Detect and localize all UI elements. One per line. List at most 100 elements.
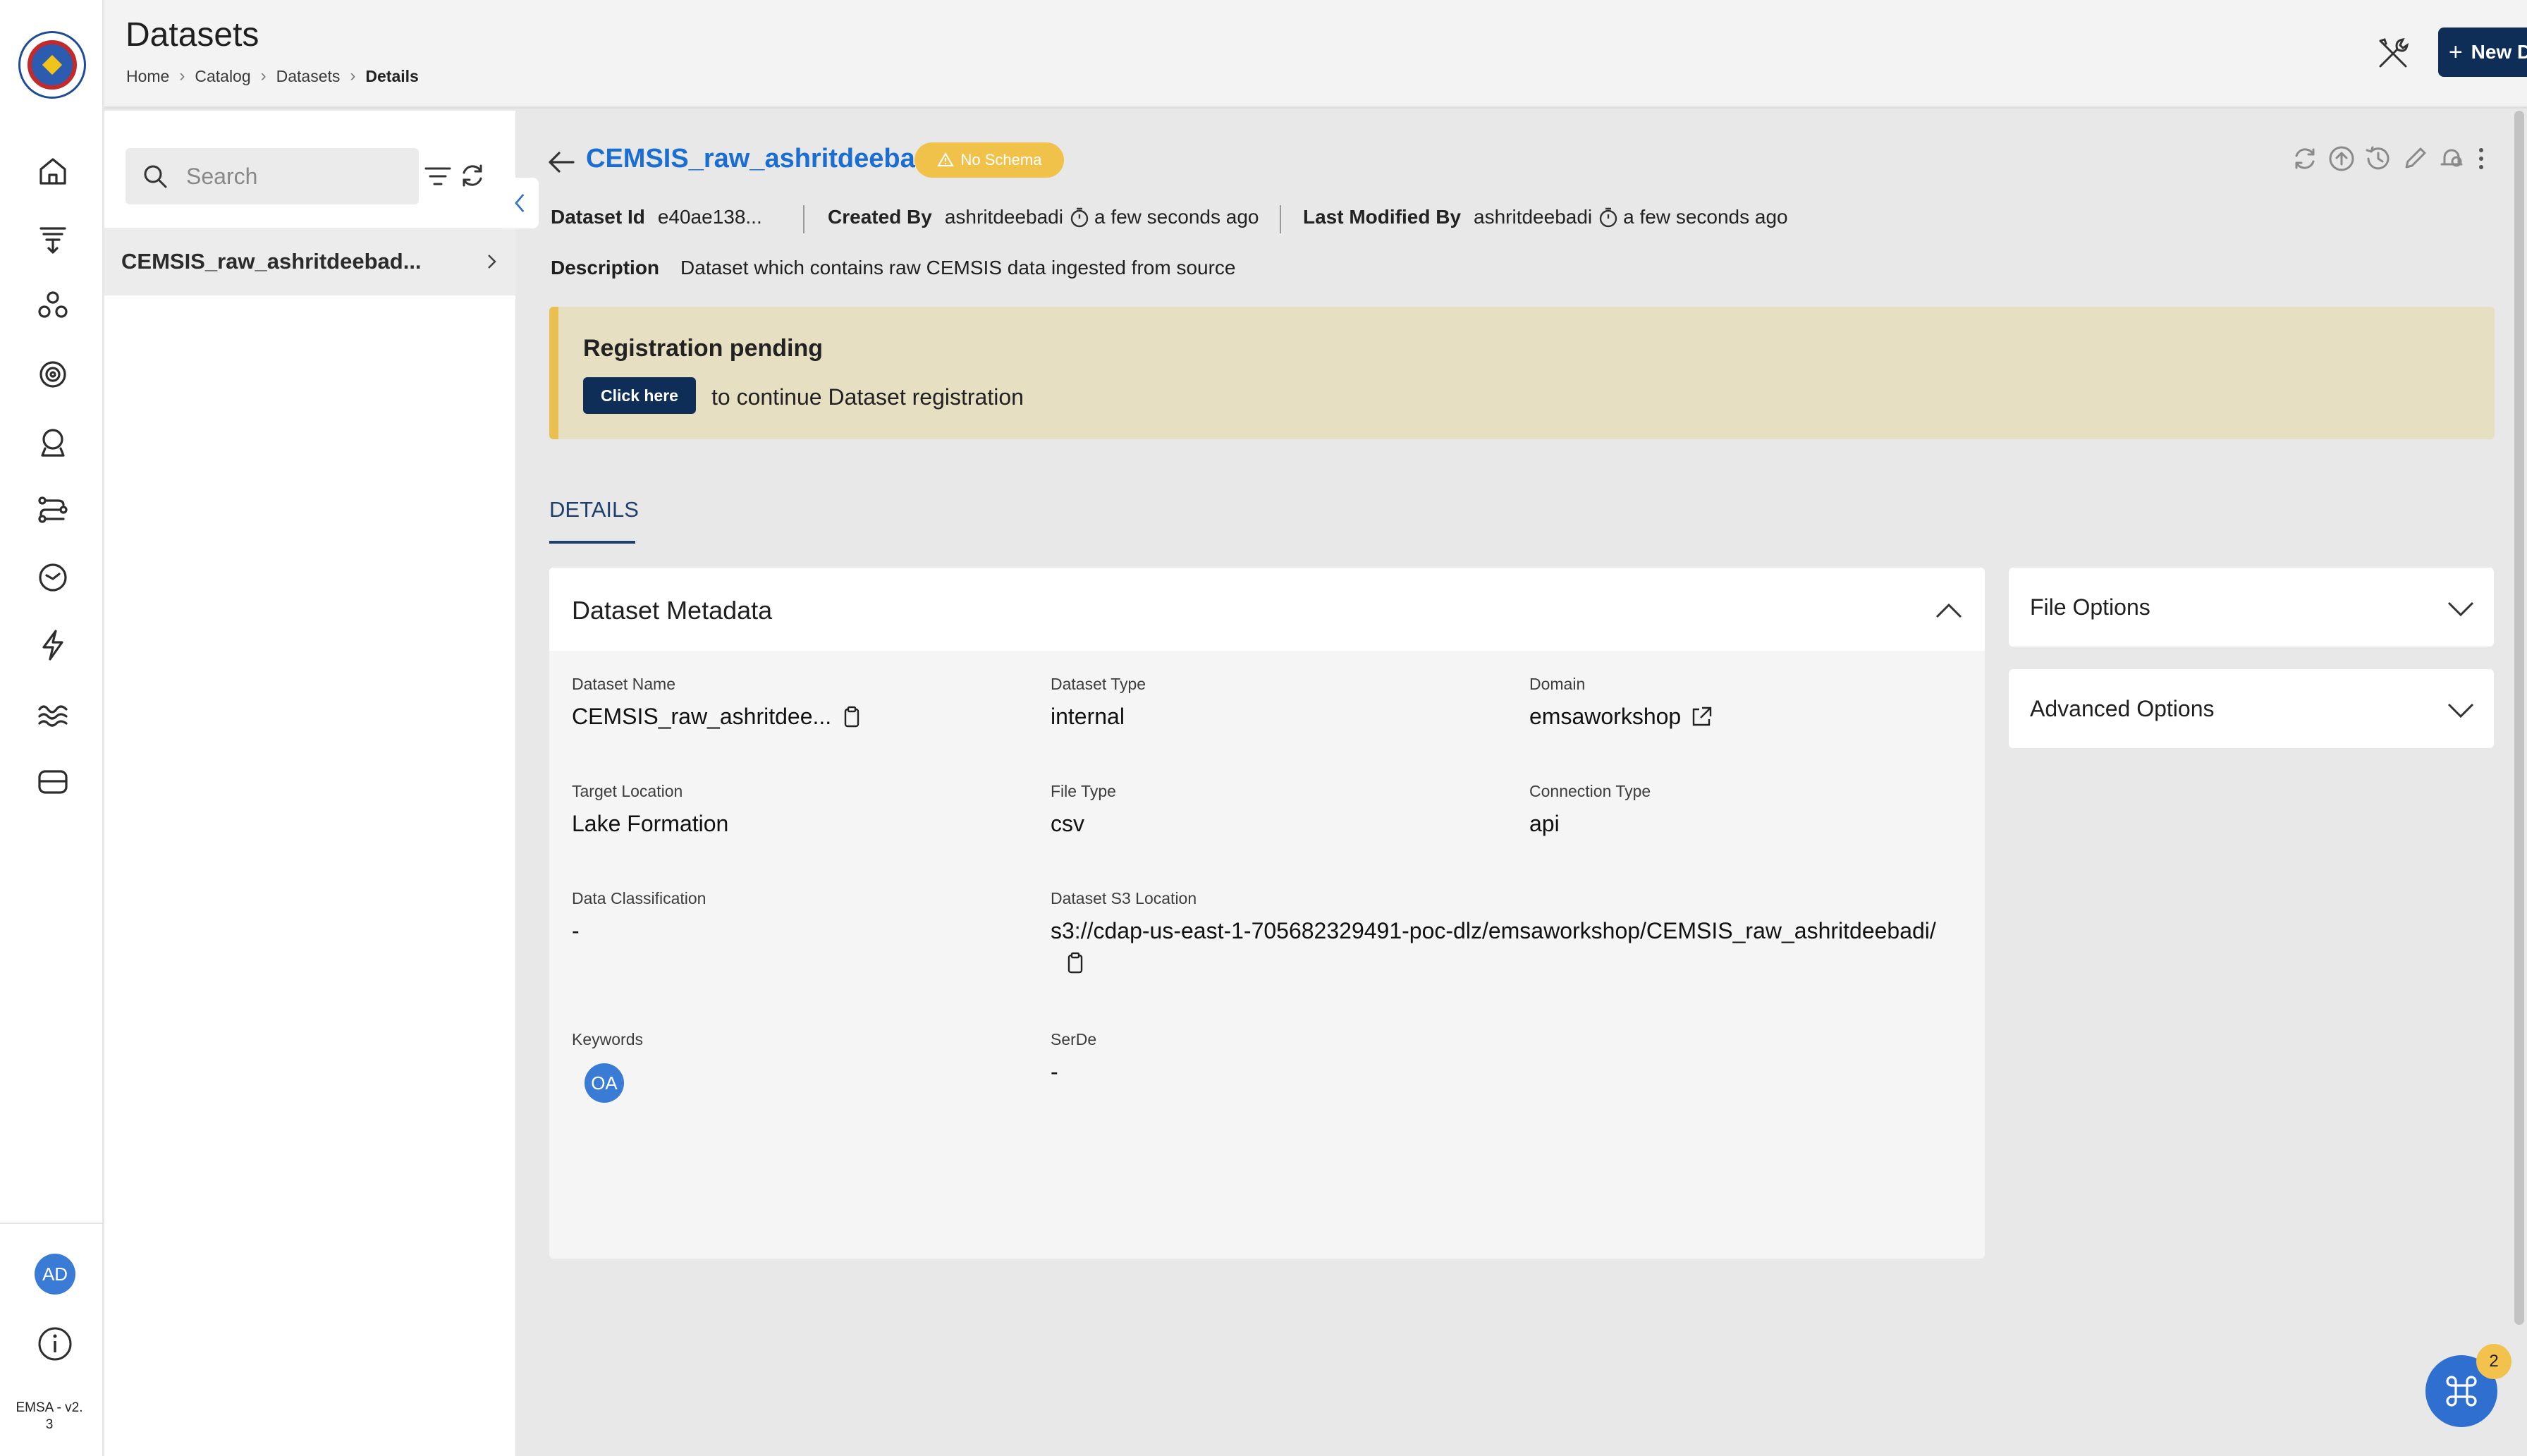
sync-icon[interactable] [2291, 145, 2322, 176]
field-label: Keywords [572, 1030, 643, 1048]
info-icon[interactable] [35, 1324, 75, 1364]
external-link-icon[interactable] [1689, 705, 1713, 729]
field-dataset-name: Dataset Name CEMSIS_raw_ashritdee... [572, 675, 864, 730]
edit-icon[interactable] [2401, 145, 2432, 176]
user-avatar[interactable]: AD [35, 1254, 75, 1295]
field-serde: SerDe - [1051, 1030, 1096, 1085]
divider [1280, 205, 1281, 233]
field-data-classification: Data Classification - [572, 889, 706, 944]
field-label: Data Classification [572, 889, 706, 907]
notification-settings-icon[interactable] [2437, 145, 2468, 176]
search-box[interactable] [126, 148, 419, 204]
chevron-right-icon: › [350, 66, 356, 85]
water-icon[interactable] [34, 694, 72, 732]
field-label: SerDe [1051, 1030, 1097, 1048]
file-options-title: File Options [2030, 594, 2150, 620]
registration-title: Registration pending [583, 335, 823, 362]
new-dataset-label: New Dataset [2471, 41, 2527, 63]
models-icon[interactable] [34, 423, 72, 461]
settings-icon[interactable] [34, 355, 72, 393]
copy-icon[interactable] [1063, 951, 1087, 975]
tools-icon[interactable] [2373, 34, 2413, 73]
serde-value: - [1051, 1059, 1058, 1084]
registration-text: to continue Dataset registration [711, 384, 1024, 410]
timer-icon [1070, 207, 1089, 228]
dataset-title[interactable]: CEMSIS_raw_ashritdeebadi [586, 144, 939, 174]
registration-banner: Registration pending Click here to conti… [549, 307, 2495, 439]
chevron-up-icon [1935, 603, 1962, 618]
keyword-chip[interactable]: OA [585, 1063, 624, 1103]
field-label: File Type [1051, 782, 1116, 800]
field-domain: Domain emsaworkshop [1529, 675, 1713, 730]
tab-details[interactable]: DETAILS [549, 497, 639, 522]
created-time: a few seconds ago [1094, 206, 1259, 228]
data-classification-value: - [572, 918, 580, 943]
connection-type-value: api [1529, 811, 1560, 836]
dataset-name-value: CEMSIS_raw_ashritdee... [572, 704, 832, 729]
rail-divider [0, 1223, 104, 1224]
clock-icon[interactable] [34, 558, 72, 597]
page-header: Datasets Home › Catalog › Datasets › Det… [104, 0, 2527, 109]
file-options-accordion[interactable]: File Options [2009, 568, 2494, 647]
advanced-options-title: Advanced Options [2030, 696, 2215, 721]
breadcrumb-home[interactable]: Home [126, 67, 169, 86]
chevron-right-icon: › [260, 66, 267, 85]
more-options-icon[interactable] [2473, 145, 2490, 176]
continue-registration-button[interactable]: Click here [583, 377, 696, 414]
storage-icon[interactable] [34, 761, 72, 800]
advanced-options-accordion[interactable]: Advanced Options [2009, 669, 2494, 748]
metadata-title: Dataset Metadata [572, 596, 773, 625]
app-version: EMSA - v2. 3 [16, 1400, 83, 1432]
field-label: Dataset S3 Location [1051, 889, 1197, 907]
chevron-right-icon: › [179, 66, 185, 85]
copy-icon[interactable] [840, 705, 864, 729]
field-label: Dataset Name [572, 675, 676, 693]
home-icon[interactable] [34, 152, 72, 190]
users-icon[interactable] [34, 286, 72, 324]
s3-location-value: s3://cdap-us-east-1-705682329491-poc-dlz… [1051, 918, 1936, 943]
last-modified-by: Last Modified By ashritdeebadi a few sec… [1303, 206, 1788, 228]
back-arrow-icon[interactable] [545, 146, 577, 178]
pipelines-icon[interactable] [34, 220, 72, 258]
nav-rail: AD EMSA - v2. 3 [0, 0, 104, 1456]
chevron-down-icon [2447, 601, 2474, 617]
target-location-value: Lake Formation [572, 811, 729, 836]
field-label: Domain [1529, 675, 1586, 693]
search-icon [144, 165, 167, 188]
page-title: Datasets [126, 16, 259, 54]
notification-badge: 2 [2476, 1344, 2511, 1379]
new-dataset-button[interactable]: + New Dataset [2438, 27, 2527, 77]
workflows-icon[interactable] [34, 491, 72, 529]
scrollbar[interactable] [2514, 111, 2524, 1325]
field-target-location: Target Location Lake Formation [572, 782, 728, 837]
dataset-id-value[interactable]: e40ae138... [658, 206, 762, 228]
dataset-id-label: Dataset Id [551, 206, 645, 228]
list-item[interactable]: CEMSIS_raw_ashritdeebad... [104, 228, 515, 295]
refresh-icon[interactable] [458, 161, 487, 190]
modified-time: a few seconds ago [1623, 206, 1788, 228]
field-keywords: Keywords OA [572, 1030, 643, 1103]
history-icon[interactable] [2364, 145, 2395, 176]
metadata-accordion-header[interactable]: Dataset Metadata [549, 568, 1985, 651]
plus-icon: + [2448, 38, 2463, 66]
filter-icon[interactable] [423, 161, 453, 191]
lightning-icon[interactable] [34, 626, 72, 664]
schema-status-badge: No Schema [914, 142, 1064, 178]
emsa-logo[interactable] [18, 31, 86, 99]
dataset-list-panel: CEMSIS_raw_ashritdeebad... [104, 111, 515, 1456]
file-type-value: csv [1051, 811, 1084, 836]
warning-icon [936, 152, 954, 166]
upload-icon[interactable] [2327, 145, 2358, 176]
field-label: Dataset Type [1051, 675, 1146, 693]
dataset-metadata-card: Dataset Metadata Dataset Name CEMSIS_raw… [549, 568, 1985, 1259]
field-s3-location: Dataset S3 Location s3://cdap-us-east-1-… [1051, 889, 1981, 975]
dataset-type-value: internal [1051, 704, 1125, 729]
breadcrumb-datasets[interactable]: Datasets [276, 67, 341, 86]
created-by-value: ashritdeebadi [944, 206, 1063, 228]
breadcrumb-catalog[interactable]: Catalog [195, 67, 250, 86]
field-file-type: File Type csv [1051, 782, 1116, 837]
domain-value[interactable]: emsaworkshop [1529, 704, 1681, 730]
created-by: Created By ashritdeebadi a few seconds a… [828, 206, 1259, 228]
dataset-detail: CEMSIS_raw_ashritdeebadi No Schema Datas… [515, 111, 2527, 1456]
search-input[interactable] [186, 163, 398, 190]
